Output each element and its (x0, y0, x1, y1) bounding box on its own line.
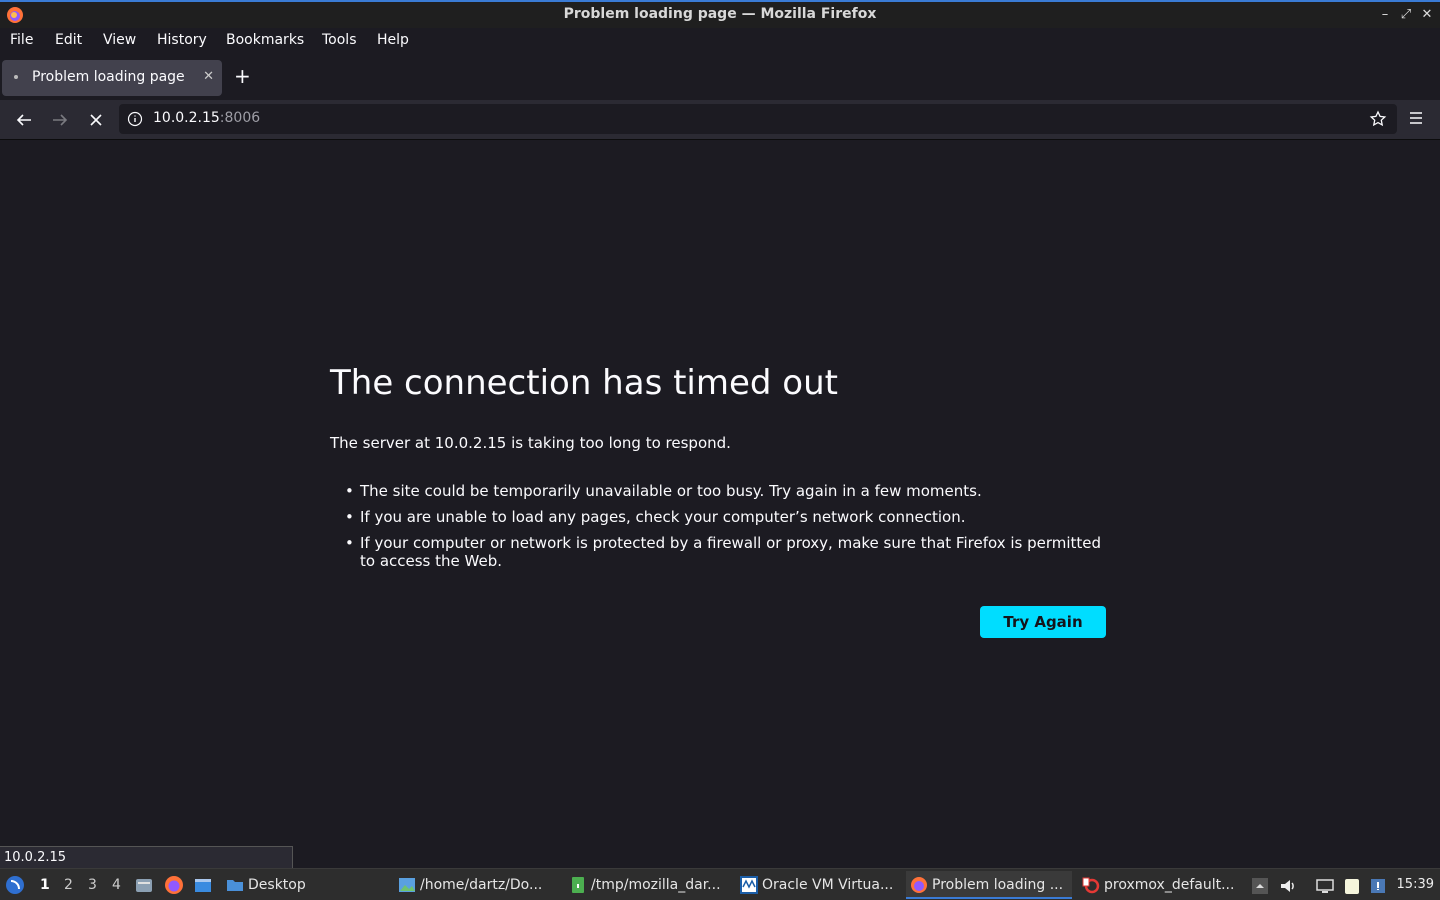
bookmark-star-icon[interactable] (1369, 110, 1387, 128)
task-image-viewer[interactable]: /home/dartz/Do... (398, 871, 558, 899)
tab-loading-indicator-icon (14, 75, 18, 79)
task-desktop[interactable]: Desktop (226, 871, 386, 899)
url-text[interactable]: 10.0.2.15:8006 (153, 110, 260, 126)
workspace-1[interactable]: 1 (40, 877, 50, 893)
window-titlebar: Problem loading page — Mozilla Firefox –… (0, 0, 1440, 28)
stop-icon[interactable] (85, 109, 107, 131)
error-suggestions: The site could be temporarily unavailabl… (345, 482, 1105, 578)
list-item: The site could be temporarily unavailabl… (345, 482, 1105, 500)
link-status-bar: 10.0.2.15 (0, 846, 293, 868)
file-manager-launcher-icon[interactable] (134, 875, 154, 895)
volume-icon[interactable] (1278, 876, 1298, 896)
clipboard-icon[interactable] (1342, 876, 1362, 896)
image-viewer-icon (399, 878, 415, 892)
close-window-button[interactable]: ✕ (1418, 6, 1436, 24)
archive-icon (572, 877, 584, 893)
minimize-button[interactable]: – (1376, 6, 1394, 24)
list-item: If your computer or network is protected… (345, 534, 1105, 570)
task-label: Oracle VM Virtua... (762, 877, 894, 893)
firefox-launcher-icon[interactable] (164, 875, 184, 895)
menu-tools[interactable]: Tools (322, 32, 357, 48)
firefox-icon (911, 877, 927, 893)
url-host: 10.0.2.15 (153, 110, 220, 126)
workspace-2[interactable]: 2 (64, 877, 73, 893)
site-info-icon[interactable] (127, 111, 143, 127)
tab-close-icon[interactable]: ✕ (203, 69, 214, 84)
tray-up-arrow-icon[interactable] (1250, 876, 1270, 896)
task-label: /home/dartz/Do... (420, 877, 543, 893)
document-viewer-icon (1082, 877, 1100, 894)
task-label: /tmp/mozilla_dar... (591, 877, 721, 893)
virtualbox-icon (740, 876, 758, 894)
menu-bar: File Edit View History Bookmarks Tools H… (0, 28, 1440, 54)
maximize-button[interactable]: ⤢ (1397, 6, 1415, 24)
url-port: :8006 (219, 110, 261, 126)
list-item: If you are unable to load any pages, che… (345, 508, 1105, 526)
window-title: Problem loading page — Mozilla Firefox (563, 6, 877, 22)
hamburger-menu-icon[interactable] (1406, 108, 1426, 128)
menu-view[interactable]: View (103, 32, 136, 48)
update-notifier-icon[interactable] (1368, 876, 1388, 896)
network-icon[interactable] (1315, 876, 1335, 896)
workspace-3[interactable]: 3 (88, 877, 97, 893)
clock: 15:39 (1396, 877, 1434, 892)
menu-help[interactable]: Help (377, 32, 409, 48)
task-document-viewer[interactable]: proxmox_default... (1082, 871, 1242, 899)
try-again-button[interactable]: Try Again (980, 606, 1106, 638)
tab-strip: Problem loading page ✕ (0, 56, 1440, 100)
menu-edit[interactable]: Edit (55, 32, 82, 48)
menu-file[interactable]: File (10, 32, 33, 48)
menu-bookmarks[interactable]: Bookmarks (226, 32, 304, 48)
task-label: proxmox_default... (1104, 877, 1235, 893)
forward-icon[interactable] (49, 109, 71, 131)
task-label: Desktop (248, 877, 306, 893)
taskbar: 1 2 3 4 Desktop /home/dartz/Do... /tmp/m… (0, 868, 1440, 900)
task-archive[interactable]: /tmp/mozilla_dar... (569, 871, 731, 899)
start-menu-icon[interactable] (5, 875, 25, 895)
page-content: The connection has timed out The server … (0, 141, 1440, 867)
error-title: The connection has timed out (330, 363, 838, 403)
url-bar[interactable]: 10.0.2.15:8006 (119, 104, 1397, 134)
error-description: The server at 10.0.2.15 is taking too lo… (330, 434, 731, 452)
task-virtualbox[interactable]: Oracle VM Virtua... (740, 871, 900, 899)
task-label: Problem loading ... (932, 877, 1064, 893)
workspace-4[interactable]: 4 (112, 877, 121, 893)
tab-label: Problem loading page (32, 69, 185, 85)
back-icon[interactable] (13, 109, 35, 131)
tab-problem-loading[interactable]: Problem loading page ✕ (2, 60, 222, 96)
window-switcher-icon[interactable] (193, 875, 213, 895)
task-firefox[interactable]: Problem loading ... (906, 871, 1072, 899)
new-tab-button[interactable]: + (234, 64, 251, 88)
folder-icon (227, 880, 243, 891)
menu-history[interactable]: History (157, 32, 207, 48)
